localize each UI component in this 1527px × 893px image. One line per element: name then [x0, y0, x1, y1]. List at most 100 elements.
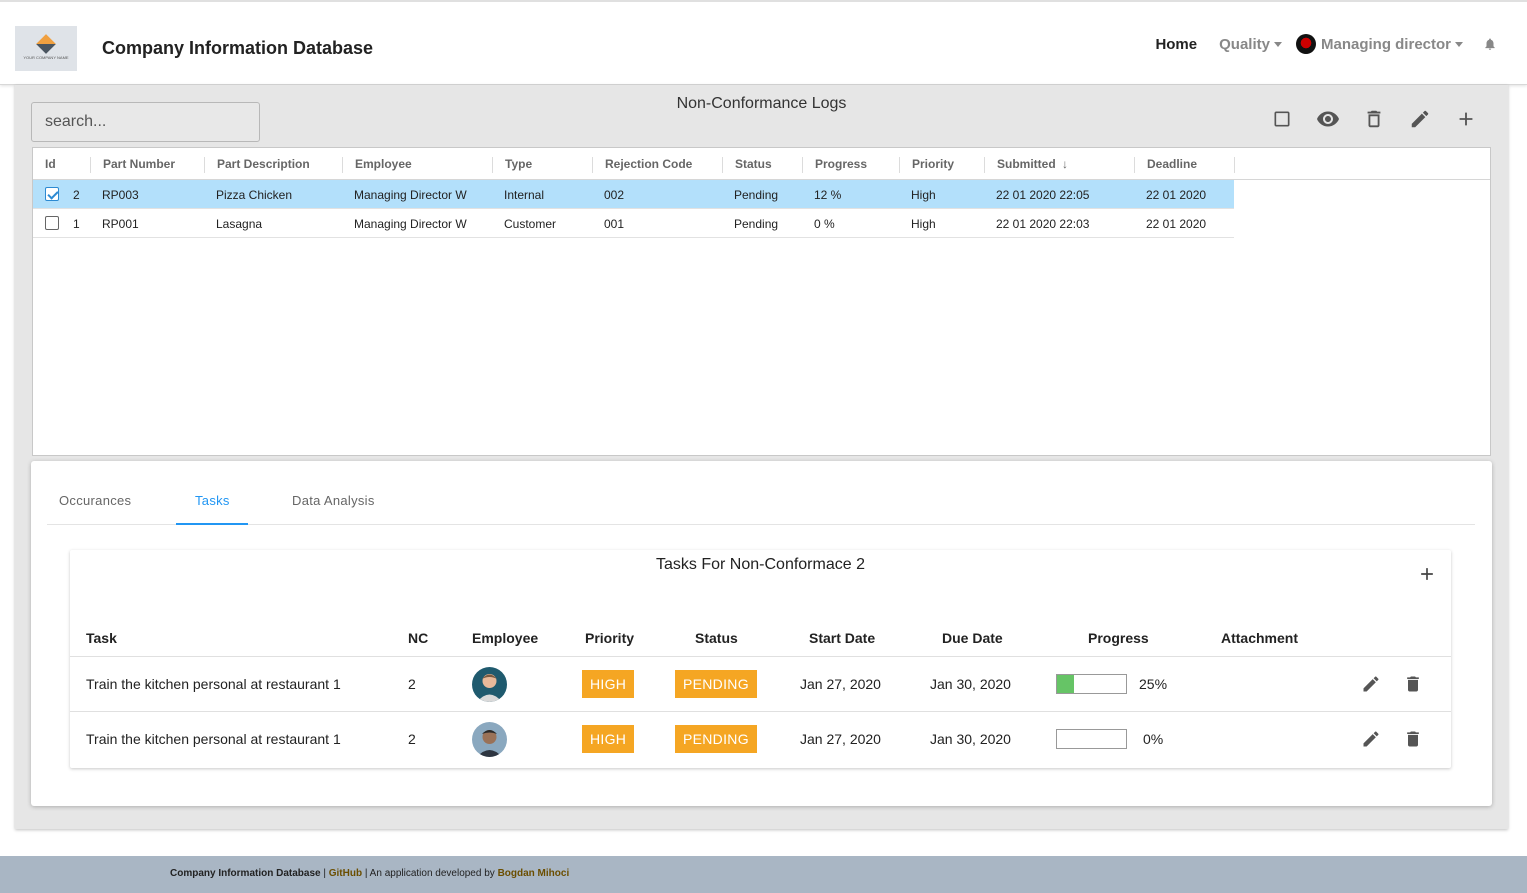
- col-rejection-code[interactable]: Rejection Code: [592, 157, 692, 173]
- cell-progress: 0 %: [814, 217, 835, 231]
- cell-part-description: Pizza Chicken: [216, 188, 293, 202]
- grid-header-row: Id Part Number Part Description Employee…: [33, 148, 1490, 180]
- th-nc: NC: [408, 630, 429, 646]
- cell-id: 2: [73, 188, 80, 202]
- cell-priority: High: [911, 217, 936, 231]
- nc-log-grid: Id Part Number Part Description Employee…: [32, 147, 1491, 456]
- pencil-icon: [1411, 110, 1429, 128]
- col-deadline[interactable]: Deadline: [1134, 157, 1197, 173]
- main-content: Non-Conformance Logs search... Id Part N…: [15, 85, 1508, 829]
- cell-status: Pending: [734, 217, 779, 231]
- user-menu[interactable]: Managing director: [1295, 34, 1463, 54]
- tab-data-analysis[interactable]: Data Analysis: [292, 493, 375, 508]
- task-name: Train the kitchen personal at restaurant…: [86, 676, 341, 692]
- col-employee[interactable]: Employee: [342, 157, 412, 173]
- th-start-date: Start Date: [809, 630, 876, 646]
- edit-button[interactable]: [1408, 107, 1432, 131]
- user-name: Managing director: [1320, 35, 1451, 53]
- delete-button[interactable]: [1362, 107, 1386, 131]
- progress-label: 25%: [1139, 676, 1168, 692]
- top-nav: Home Quality Managing director: [1155, 34, 1497, 54]
- th-status: Status: [695, 630, 738, 646]
- cell-status: Pending: [734, 188, 779, 202]
- col-divider: [1234, 157, 1247, 173]
- tab-occurances[interactable]: Occurances: [59, 493, 131, 508]
- nav-quality-menu[interactable]: Quality: [1219, 36, 1282, 53]
- active-tab-indicator: [176, 523, 248, 525]
- view-button[interactable]: [1316, 107, 1340, 131]
- select-all-button[interactable]: [1270, 107, 1294, 131]
- task-nc: 2: [408, 676, 416, 692]
- row-checkbox[interactable]: [45, 216, 59, 230]
- eye-icon: [1317, 111, 1339, 127]
- footer-app-name: Company Information Database: [170, 868, 321, 879]
- priority-badge: HIGH: [582, 725, 635, 753]
- progress-label: 0%: [1143, 731, 1164, 747]
- page-footer: Company Information Database | GitHub | …: [0, 856, 1527, 893]
- priority-badge: HIGH: [582, 670, 635, 698]
- cell-employee: Managing Director W: [354, 217, 467, 231]
- th-employee: Employee: [472, 630, 539, 646]
- logo-text: YOUR COMPANY NAME: [23, 55, 69, 60]
- th-task: Task: [86, 630, 117, 646]
- col-part-number[interactable]: Part Number: [90, 157, 175, 173]
- nav-home-link[interactable]: Home: [1155, 36, 1197, 53]
- grid-row[interactable]: 1 RP001 Lasagna Managing Director W Cust…: [33, 209, 1234, 238]
- tasks-title: Tasks For Non-Conformace 2: [656, 556, 865, 573]
- edit-task-icon[interactable]: [1361, 674, 1381, 694]
- author-link[interactable]: Bogdan Mihoci: [498, 868, 570, 879]
- plus-icon: [1459, 112, 1473, 126]
- progress-bar: [1056, 729, 1127, 749]
- col-id[interactable]: Id: [33, 157, 56, 173]
- progress-bar: [1056, 674, 1127, 694]
- employee-avatar: [472, 667, 507, 702]
- task-row: Train the kitchen personal at restaurant…: [70, 712, 1451, 767]
- detail-tabs: Occurances Tasks Data Analysis: [47, 489, 1475, 525]
- task-row: Train the kitchen personal at restaurant…: [70, 657, 1451, 712]
- chevron-down-icon: [1455, 41, 1463, 47]
- cell-type: Customer: [504, 217, 557, 231]
- add-button[interactable]: [1454, 107, 1478, 131]
- col-status[interactable]: Status: [722, 157, 772, 173]
- task-nc: 2: [408, 731, 416, 747]
- edit-task-icon[interactable]: [1361, 729, 1381, 749]
- app-title: Company Information Database: [102, 38, 374, 58]
- trash-icon: [1367, 110, 1381, 128]
- company-logo[interactable]: YOUR COMPANY NAME: [15, 26, 77, 71]
- th-attachment: Attachment: [1221, 630, 1299, 646]
- col-type[interactable]: Type: [492, 157, 532, 173]
- bell-icon[interactable]: [1483, 36, 1497, 52]
- tab-tasks[interactable]: Tasks: [195, 493, 230, 508]
- col-submitted[interactable]: Submitted ↓: [984, 157, 1068, 173]
- employee-avatar: [472, 722, 507, 757]
- footer-credit-text: | An application developed by: [362, 868, 498, 879]
- nav-quality-label: Quality: [1219, 35, 1270, 53]
- task-name: Train the kitchen personal at restaurant…: [86, 731, 341, 747]
- footer-separator: |: [320, 868, 329, 879]
- grid-row[interactable]: 2 RP003 Pizza Chicken Managing Director …: [33, 180, 1234, 209]
- col-progress[interactable]: Progress: [802, 157, 867, 173]
- task-due-date: Jan 30, 2020: [930, 731, 1011, 747]
- delete-task-icon[interactable]: [1403, 674, 1423, 694]
- cell-rejection-code: 002: [604, 188, 625, 202]
- cell-part-number: RP003: [102, 188, 139, 202]
- cell-deadline: 22 01 2020: [1146, 217, 1207, 231]
- cell-progress: 12 %: [814, 188, 842, 202]
- task-start-date: Jan 27, 2020: [800, 731, 881, 747]
- cell-part-description: Lasagna: [216, 217, 263, 231]
- add-task-icon[interactable]: [1417, 564, 1437, 584]
- row-checkbox[interactable]: [45, 187, 59, 201]
- user-avatar: [1295, 34, 1316, 54]
- logo-icon: [36, 34, 56, 54]
- search-input[interactable]: search...: [31, 102, 260, 142]
- delete-task-icon[interactable]: [1403, 729, 1423, 749]
- progress-bar-fill: [1057, 675, 1075, 693]
- chevron-down-icon: [1273, 42, 1282, 48]
- col-priority[interactable]: Priority: [899, 157, 954, 173]
- col-part-description[interactable]: Part Description: [204, 157, 310, 173]
- col-submitted-label: Submitted: [997, 157, 1056, 171]
- tasks-table-card: Tasks For Non-Conformace 2 Task NC Emplo…: [70, 550, 1451, 768]
- cell-rejection-code: 001: [604, 217, 625, 231]
- github-link[interactable]: GitHub: [329, 868, 362, 879]
- th-due-date: Due Date: [942, 630, 1003, 646]
